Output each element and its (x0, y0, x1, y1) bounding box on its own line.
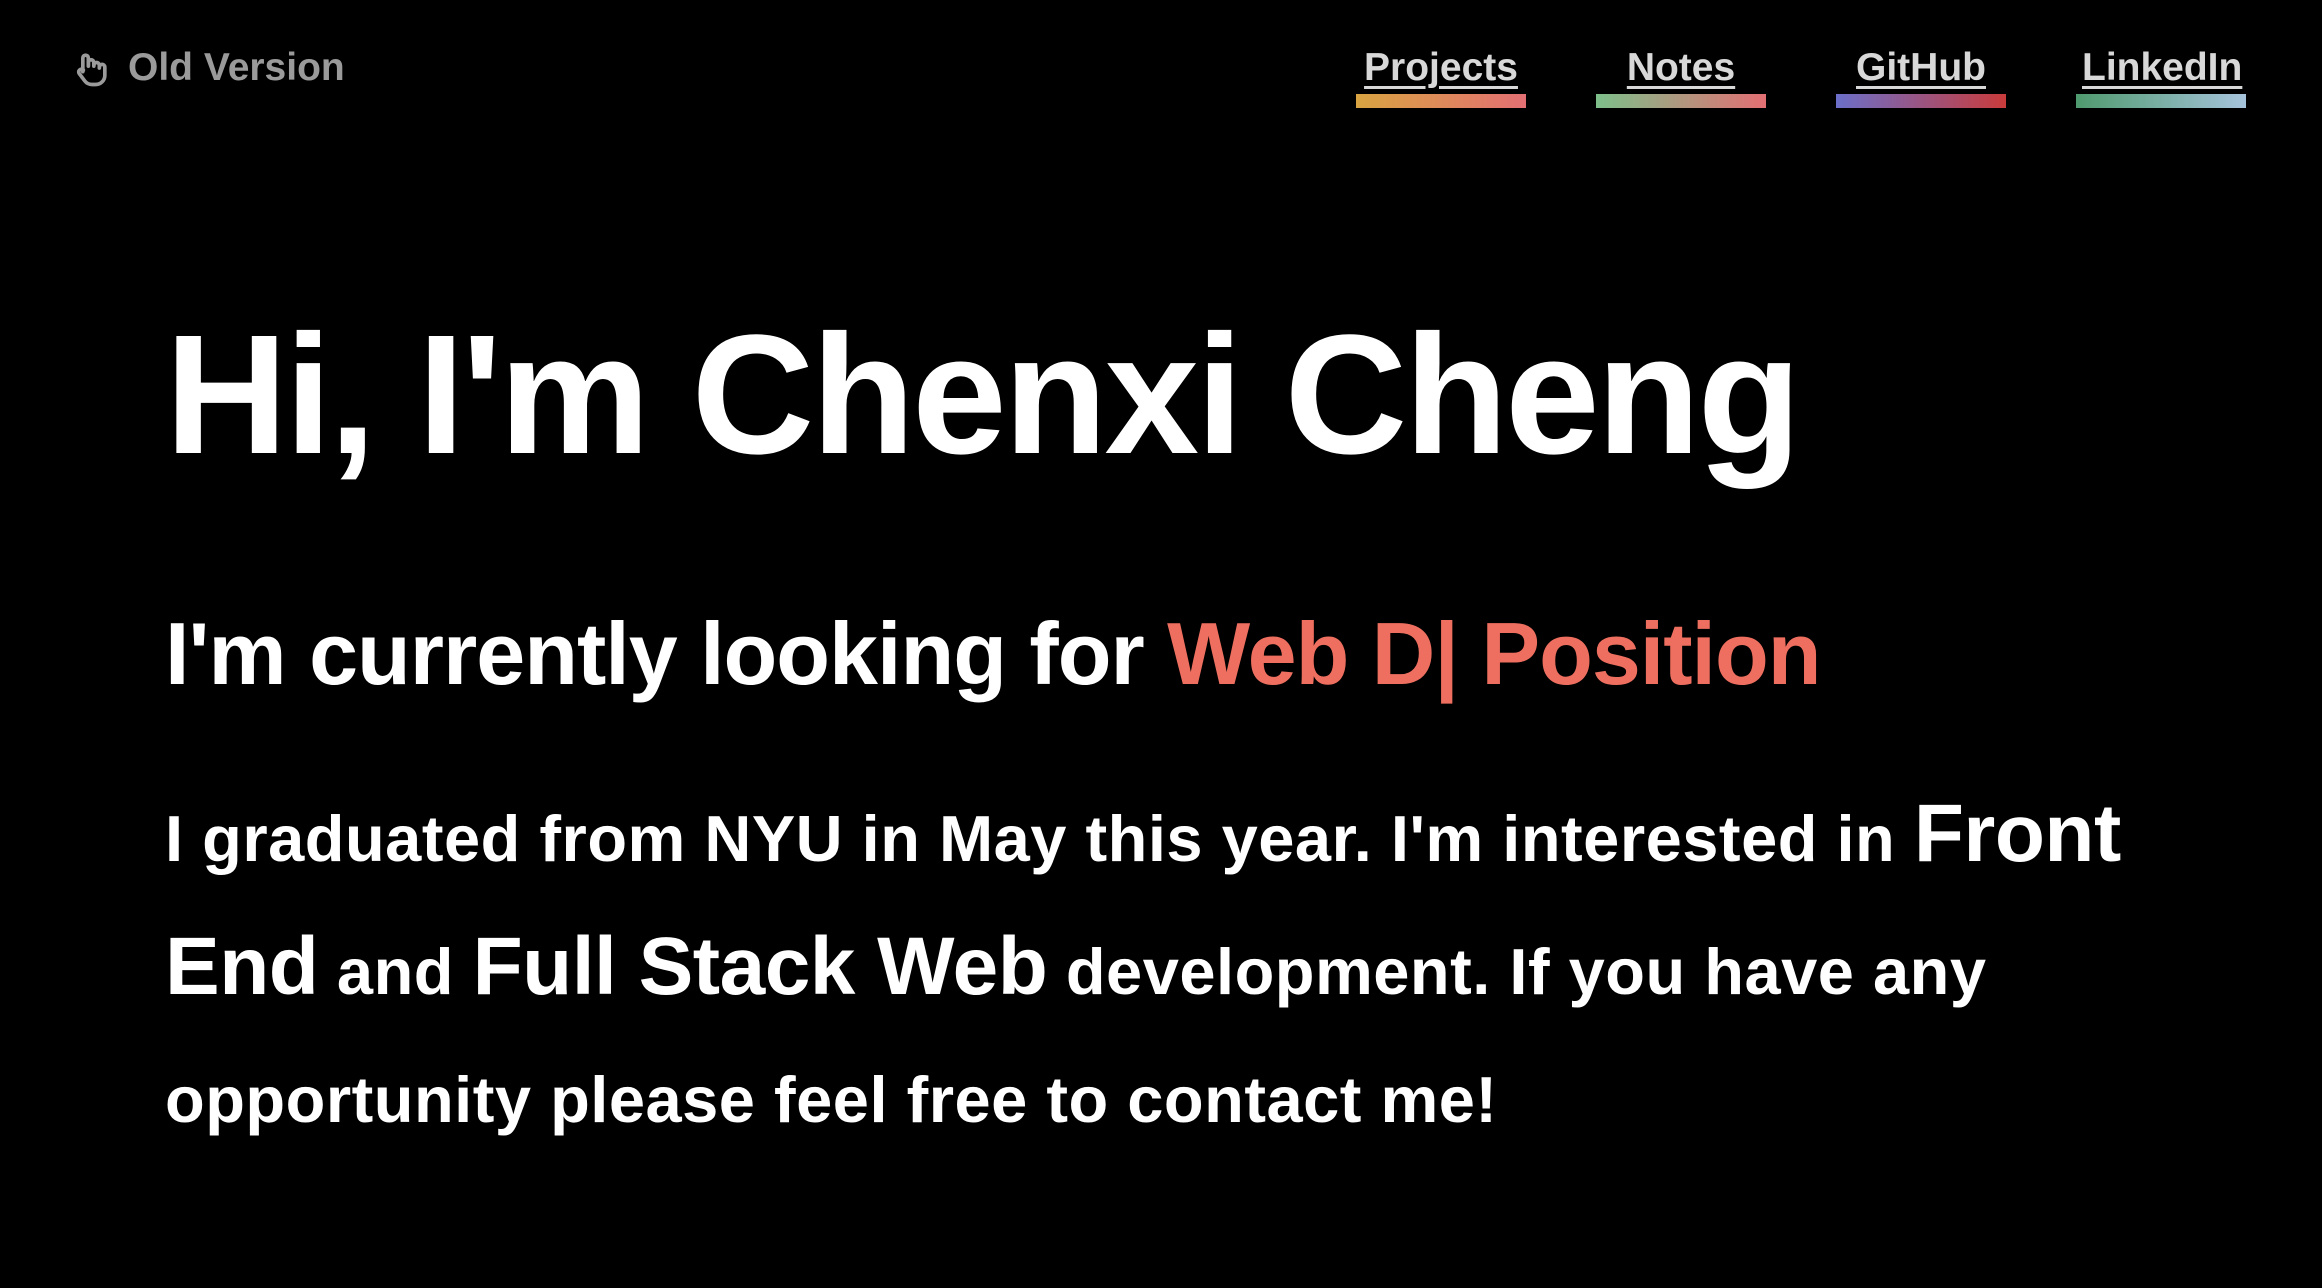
nav-link-linkedin[interactable]: LinkedIn (2076, 40, 2246, 108)
nav-link-label: GitHub (1856, 46, 1986, 89)
looking-for-prefix: I'm currently looking for (165, 604, 1168, 703)
bio-paragraph: I graduated from NYU in May this year. I… (165, 770, 2225, 1164)
nav-link-label: Projects (1364, 46, 1518, 89)
bio-highlight-full-stack: Full Stack Web (472, 921, 1048, 1012)
nav-link-projects[interactable]: Projects (1356, 40, 1526, 108)
hero-title: Hi, I'm Chenxi Cheng (165, 300, 1801, 490)
nav-underline-bar (2076, 94, 2246, 108)
top-nav: Projects Notes GitHub LinkedIn (0, 40, 2322, 110)
bio-text: I graduated from NYU in May this year. I… (165, 802, 1914, 875)
bio-text: and (318, 935, 473, 1008)
nav-link-label: LinkedIn (2082, 46, 2243, 89)
nav-underline-bar (1356, 94, 1526, 108)
nav-underline-bar (1836, 94, 2006, 108)
looking-for-heading: I'm currently looking for Web D| Positio… (165, 610, 1822, 698)
nav-link-label: Notes (1626, 46, 1736, 89)
nav-underline-bar (1596, 94, 1766, 108)
typed-position-text: Web D| Position (1167, 604, 1821, 703)
nav-link-notes[interactable]: Notes (1596, 40, 1766, 108)
nav-link-github[interactable]: GitHub (1836, 40, 2006, 108)
